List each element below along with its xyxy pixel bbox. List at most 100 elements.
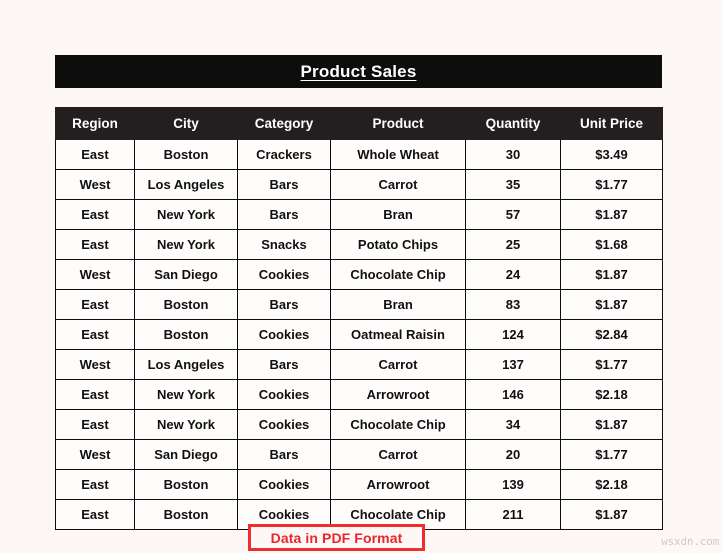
- table-cell: Cookies: [238, 380, 331, 410]
- table-row: WestLos AngelesBarsCarrot35$1.77: [56, 170, 663, 200]
- table-cell: Carrot: [331, 170, 466, 200]
- table-cell: 124: [466, 320, 561, 350]
- table-cell: East: [56, 320, 135, 350]
- table-cell: Carrot: [331, 440, 466, 470]
- table-body: EastBostonCrackersWhole Wheat30$3.49West…: [56, 140, 663, 530]
- table-cell: East: [56, 500, 135, 530]
- column-header-region: Region: [56, 108, 135, 140]
- table-header: RegionCityCategoryProductQuantityUnit Pr…: [56, 108, 663, 140]
- table-cell: 139: [466, 470, 561, 500]
- table-cell: Los Angeles: [135, 170, 238, 200]
- table-cell: Boston: [135, 290, 238, 320]
- table-cell: $1.87: [561, 200, 663, 230]
- table-cell: Bars: [238, 290, 331, 320]
- table-cell: Crackers: [238, 140, 331, 170]
- column-header-city: City: [135, 108, 238, 140]
- table-cell: 34: [466, 410, 561, 440]
- table-cell: 20: [466, 440, 561, 470]
- table-cell: $2.18: [561, 380, 663, 410]
- table-row: EastNew YorkSnacksPotato Chips25$1.68: [56, 230, 663, 260]
- table-cell: New York: [135, 200, 238, 230]
- table-cell: West: [56, 170, 135, 200]
- table-cell: 30: [466, 140, 561, 170]
- table-cell: Cookies: [238, 320, 331, 350]
- table-cell: Bran: [331, 200, 466, 230]
- table-cell: 83: [466, 290, 561, 320]
- table-row: EastBostonCookiesArrowroot139$2.18: [56, 470, 663, 500]
- table-cell: Boston: [135, 470, 238, 500]
- table-cell: Chocolate Chip: [331, 410, 466, 440]
- table-row: EastNew YorkBarsBran57$1.87: [56, 200, 663, 230]
- table-cell: New York: [135, 410, 238, 440]
- table-cell: $1.77: [561, 170, 663, 200]
- table-cell: Bars: [238, 170, 331, 200]
- product-sales-table: RegionCityCategoryProductQuantityUnit Pr…: [55, 107, 663, 530]
- table-cell: West: [56, 440, 135, 470]
- table-cell: East: [56, 470, 135, 500]
- table-cell: Los Angeles: [135, 350, 238, 380]
- table-cell: Bars: [238, 200, 331, 230]
- table-row: EastNew YorkCookiesChocolate Chip34$1.87: [56, 410, 663, 440]
- table-cell: 137: [466, 350, 561, 380]
- caption-callout-box: Data in PDF Format: [248, 524, 425, 551]
- table-cell: West: [56, 350, 135, 380]
- column-header-quantity: Quantity: [466, 108, 561, 140]
- table-cell: $2.84: [561, 320, 663, 350]
- table-header-row: RegionCityCategoryProductQuantityUnit Pr…: [56, 108, 663, 140]
- table-cell: East: [56, 200, 135, 230]
- table-cell: East: [56, 140, 135, 170]
- document-title-banner: Product Sales: [55, 55, 662, 88]
- table-cell: Arrowroot: [331, 470, 466, 500]
- table-cell: $1.87: [561, 410, 663, 440]
- watermark-label: wsxdn.com: [661, 535, 719, 548]
- table-cell: $1.87: [561, 290, 663, 320]
- table-row: WestSan DiegoBarsCarrot20$1.77: [56, 440, 663, 470]
- table-cell: $1.87: [561, 260, 663, 290]
- table-cell: Boston: [135, 140, 238, 170]
- table-cell: $2.18: [561, 470, 663, 500]
- table-cell: Cookies: [238, 410, 331, 440]
- table-cell: Chocolate Chip: [331, 260, 466, 290]
- table-cell: 57: [466, 200, 561, 230]
- table-cell: Boston: [135, 500, 238, 530]
- table-cell: San Diego: [135, 440, 238, 470]
- table-row: WestLos AngelesBarsCarrot137$1.77: [56, 350, 663, 380]
- table-cell: New York: [135, 380, 238, 410]
- table-cell: East: [56, 290, 135, 320]
- table-cell: East: [56, 380, 135, 410]
- column-header-product: Product: [331, 108, 466, 140]
- table-cell: Arrowroot: [331, 380, 466, 410]
- table-cell: Bran: [331, 290, 466, 320]
- table-cell: 35: [466, 170, 561, 200]
- pdf-page: Product Sales RegionCityCategoryProductQ…: [0, 0, 723, 553]
- table-cell: 146: [466, 380, 561, 410]
- table-cell: Cookies: [238, 470, 331, 500]
- table-cell: 24: [466, 260, 561, 290]
- table-cell: Whole Wheat: [331, 140, 466, 170]
- table-cell: $1.77: [561, 350, 663, 380]
- table-cell: 25: [466, 230, 561, 260]
- column-header-category: Category: [238, 108, 331, 140]
- table-row: EastBostonCookiesOatmeal Raisin124$2.84: [56, 320, 663, 350]
- table-row: EastBostonCrackersWhole Wheat30$3.49: [56, 140, 663, 170]
- table-cell: Carrot: [331, 350, 466, 380]
- table-cell: East: [56, 410, 135, 440]
- table-cell: East: [56, 230, 135, 260]
- table-cell: Oatmeal Raisin: [331, 320, 466, 350]
- table-row: EastNew YorkCookiesArrowroot146$2.18: [56, 380, 663, 410]
- table-cell: $1.77: [561, 440, 663, 470]
- page-title: Product Sales: [301, 62, 417, 82]
- table-cell: Potato Chips: [331, 230, 466, 260]
- table-cell: West: [56, 260, 135, 290]
- table-cell: New York: [135, 230, 238, 260]
- table-cell: Boston: [135, 320, 238, 350]
- table-cell: 211: [466, 500, 561, 530]
- table-cell: $3.49: [561, 140, 663, 170]
- table-cell: $1.68: [561, 230, 663, 260]
- table-cell: $1.87: [561, 500, 663, 530]
- table-cell: Bars: [238, 440, 331, 470]
- table-cell: Snacks: [238, 230, 331, 260]
- table-cell: Cookies: [238, 260, 331, 290]
- table-row: EastBostonBarsBran83$1.87: [56, 290, 663, 320]
- table-row: WestSan DiegoCookiesChocolate Chip24$1.8…: [56, 260, 663, 290]
